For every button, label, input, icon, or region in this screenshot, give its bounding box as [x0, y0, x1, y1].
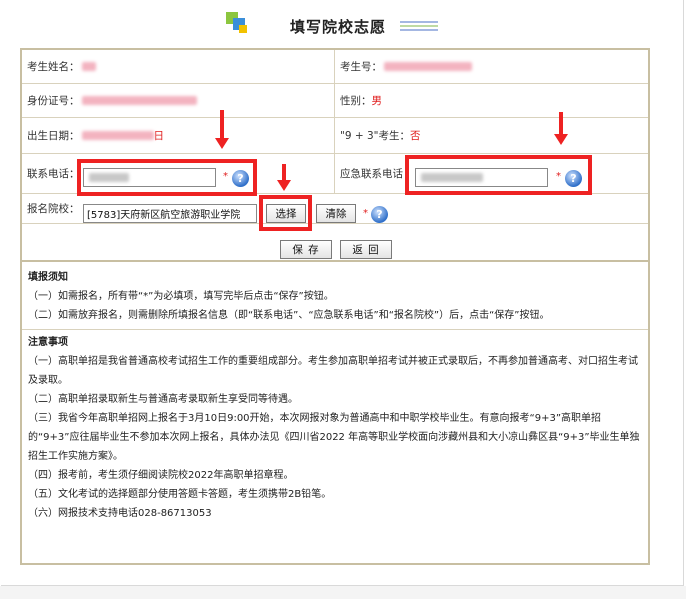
- fill-notice-heading: 填报须知: [28, 272, 68, 283]
- school-label: 报名院校：: [27, 203, 80, 215]
- nine-three-value: 否: [410, 130, 421, 142]
- school-help-icon[interactable]: ?: [371, 206, 388, 223]
- gender-value: 男: [371, 95, 383, 107]
- school-required-mark: *: [363, 208, 368, 219]
- clear-button[interactable]: 清除: [316, 204, 356, 223]
- id-value-redacted: [81, 96, 197, 105]
- birth-value: 日: [153, 130, 165, 142]
- gender-label: 性别：: [340, 95, 372, 107]
- id-cell: 身份证号：: [22, 84, 335, 117]
- phone-highlight-box: [77, 159, 257, 196]
- back-button[interactable]: 返 回: [340, 240, 392, 259]
- nine-three-cell: "9 + 3"考生： 否: [335, 118, 648, 153]
- emergency-phone-arrow-icon: [554, 112, 568, 145]
- form-row-id: 身份证号： 性别： 男: [22, 84, 648, 118]
- fill-notice-item: （二）如需放弃报名，则需删除所填报名信息（即“联系电话”、“应急联系电话”和“报…: [28, 310, 550, 321]
- exam-no-value-redacted: [384, 62, 472, 71]
- emergency-phone-highlight-box: [405, 155, 592, 195]
- phone-arrow-icon: [215, 110, 229, 149]
- form-row-name: 考生姓名： 考生号：: [22, 50, 648, 84]
- gender-cell: 性别： 男: [335, 84, 648, 117]
- name-value-redacted: [81, 62, 96, 71]
- phone-label: 联系电话：: [27, 168, 80, 180]
- page-header: 填写院校志愿: [0, 0, 686, 44]
- nine-three-label: "9 + 3"考生：: [340, 130, 410, 142]
- select-arrow-icon: [277, 164, 291, 191]
- form-row-actions: [22, 224, 648, 260]
- decor-lines-icon: [400, 21, 438, 31]
- name-label: 考生姓名：: [27, 61, 80, 73]
- name-cell: 考生姓名：: [22, 50, 335, 83]
- logo-icon: [226, 12, 247, 33]
- exam-no-label: 考生号：: [340, 61, 382, 73]
- birth-value-redacted: [81, 131, 154, 140]
- attention-item: （四）报考前，考生须仔细阅读院校2022年高职单招章程。: [28, 470, 294, 481]
- attention-item: （六）网报技术支持电话028-86713053: [28, 508, 212, 519]
- notice-divider: [22, 329, 648, 330]
- fill-notice-item: （一）如需报名，所有带“*”为必填项，填写完毕后点击“保存”按钮。: [28, 291, 334, 302]
- attention-heading: 注意事项: [28, 337, 68, 348]
- attention-item: （一）高职单招是我省普通高校考试招生工作的重要组成部分。考生参加高职单招考试并被…: [28, 356, 638, 386]
- birth-cell: 出生日期： 日: [22, 118, 335, 153]
- page-title: 填写院校志愿: [290, 18, 387, 36]
- attention-item: （五）文化考试的选择题部分使用答题卡答题，考生须携带2B铅笔。: [28, 489, 332, 500]
- exam-no-cell: 考生号：: [335, 50, 648, 83]
- attention-item: （二）高职单招录取新生与普通高考录取新生享受同等待遇。: [28, 394, 298, 405]
- attention-item: （三）我省今年高职单招网上报名于3月10日9:00开始，本次网报对象为普通高中和…: [28, 413, 640, 462]
- select-button-highlight-box: [259, 195, 312, 231]
- id-label: 身份证号：: [27, 95, 80, 107]
- save-button[interactable]: 保 存: [280, 240, 332, 259]
- emergency-phone-label: 应急联系电话: [340, 168, 403, 180]
- bottom-strip: [0, 586, 686, 599]
- notice-section: 填报须知 （一）如需报名，所有带“*”为必填项，填写完毕后点击“保存”按钮。 （…: [20, 262, 650, 565]
- birth-label: 出生日期：: [27, 130, 80, 142]
- school-input[interactable]: [5783]天府新区航空旅游职业学院: [83, 204, 257, 223]
